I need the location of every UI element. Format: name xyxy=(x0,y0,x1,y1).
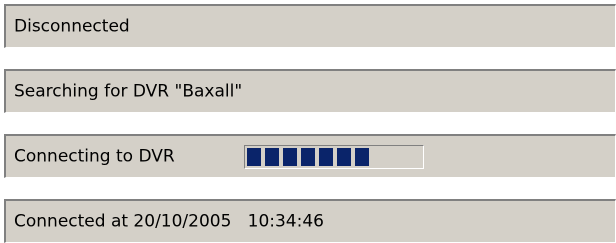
status-text: Connected at 20/10/2005 10:34:46 xyxy=(14,211,324,231)
progress-chunk xyxy=(301,148,315,166)
progress-chunk xyxy=(247,148,261,166)
status-text: Connecting to DVR xyxy=(14,146,175,166)
progress-fill xyxy=(247,148,421,166)
status-text: Searching for DVR "Baxall" xyxy=(14,81,243,101)
progress-chunk xyxy=(319,148,333,166)
progress-chunk xyxy=(337,148,351,166)
status-bar-searching: Searching for DVR "Baxall" xyxy=(4,69,616,113)
status-bar-disconnected: Disconnected xyxy=(4,4,616,48)
progress-chunk xyxy=(283,148,297,166)
status-bar-connecting: Connecting to DVR xyxy=(4,134,616,178)
progress-chunk xyxy=(265,148,279,166)
status-bar-connected: Connected at 20/10/2005 10:34:46 xyxy=(4,199,616,243)
connection-progress-bar xyxy=(244,145,424,169)
status-text: Disconnected xyxy=(14,16,130,36)
progress-chunk xyxy=(355,148,369,166)
